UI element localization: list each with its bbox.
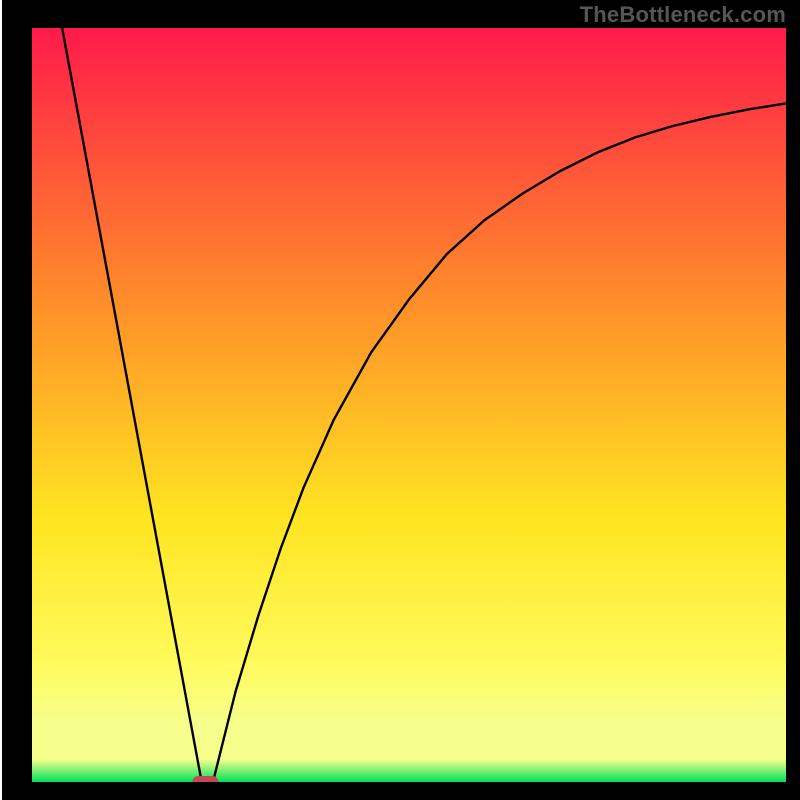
chart-container: TheBottleneck.com — [0, 0, 800, 800]
chart-svg — [0, 0, 800, 800]
gradient-background — [32, 28, 786, 782]
watermark-text: TheBottleneck.com — [580, 2, 786, 28]
